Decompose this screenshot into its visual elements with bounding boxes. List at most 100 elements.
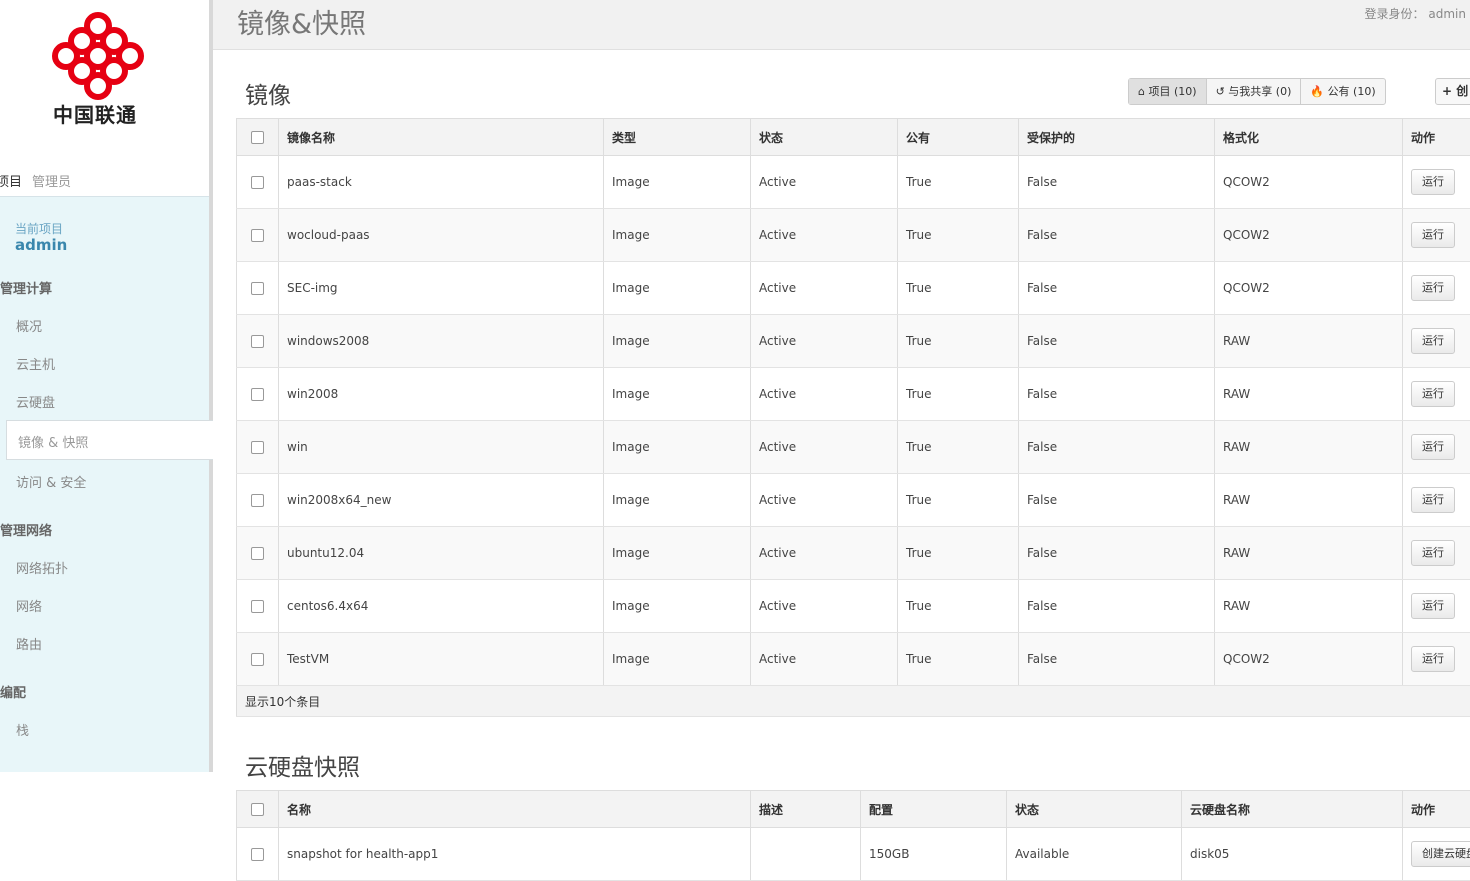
sidebar-item-access-security[interactable]: 访问 & 安全	[16, 472, 86, 491]
row-checkbox[interactable]	[237, 315, 279, 368]
row-actions: 运行	[1403, 527, 1470, 580]
launch-button[interactable]: 运行	[1411, 593, 1455, 619]
launch-button[interactable]: 运行	[1411, 328, 1455, 354]
home-icon: ⌂	[1138, 85, 1145, 98]
column-header[interactable]: 格式化	[1215, 119, 1403, 156]
column-header[interactable]: 状态	[751, 119, 898, 156]
login-user[interactable]: admin	[1428, 7, 1466, 21]
image-protected-cell: False	[1019, 262, 1215, 315]
create-volume-button[interactable]: 创建云硬盘	[1411, 841, 1470, 867]
login-status: 登录身份： admin	[1365, 5, 1466, 22]
image-name-link[interactable]: TestVM	[279, 633, 604, 686]
page-header: 镜像&快照 登录身份： admin	[213, 0, 1470, 50]
row-checkbox[interactable]	[237, 156, 279, 209]
sidebar-item-images-snapshots[interactable]: 镜像 & 快照	[6, 420, 213, 460]
filter-public-button[interactable]: 🔥 公有 (10)	[1301, 79, 1384, 104]
image-name-link[interactable]: wocloud-paas	[279, 209, 604, 262]
image-format-cell: RAW	[1215, 315, 1403, 368]
brand-logo[interactable]: 中国联通	[0, 0, 209, 160]
sidebar-item-network-topology[interactable]: 网络拓扑	[16, 558, 68, 577]
row-checkbox[interactable]	[237, 474, 279, 527]
table-row: win2008ImageActiveTrueFalseRAW运行	[237, 368, 1470, 421]
filter-project-button[interactable]: ⌂ 项目 (10)	[1129, 79, 1207, 104]
sidebar-item-routers[interactable]: 路由	[16, 634, 42, 653]
fire-icon: 🔥	[1310, 85, 1324, 98]
column-header[interactable]: 镜像名称	[279, 119, 604, 156]
launch-button[interactable]: 运行	[1411, 434, 1455, 460]
image-name-link[interactable]: win2008	[279, 368, 604, 421]
row-actions: 运行	[1403, 368, 1470, 421]
image-status-cell: Active	[751, 580, 898, 633]
column-header[interactable]: 公有	[898, 119, 1019, 156]
tab-project[interactable]: 项目	[0, 171, 22, 190]
images-table: 镜像名称 类型 状态 公有 受保护的 格式化 动作 paas-stackImag…	[236, 118, 1470, 717]
image-name-link[interactable]: windows2008	[279, 315, 604, 368]
snapshot-status-cell: Available	[1007, 828, 1182, 881]
launch-button[interactable]: 运行	[1411, 381, 1455, 407]
image-name-link[interactable]: ubuntu12.04	[279, 527, 604, 580]
column-header[interactable]: 状态	[1007, 791, 1182, 828]
image-name-link[interactable]: paas-stack	[279, 156, 604, 209]
image-filter-group: ⌂ 项目 (10) ↺ 与我共享 (0) 🔥 公有 (10)	[1128, 78, 1386, 105]
row-checkbox[interactable]	[237, 580, 279, 633]
current-project-selector[interactable]: admin	[15, 236, 67, 254]
image-name-link[interactable]: win2008x64_new	[279, 474, 604, 527]
row-checkbox[interactable]	[237, 633, 279, 686]
select-all-checkbox[interactable]	[237, 119, 279, 156]
launch-button[interactable]: 运行	[1411, 169, 1455, 195]
row-checkbox[interactable]	[237, 828, 279, 881]
select-all-checkbox[interactable]	[237, 791, 279, 828]
image-public-cell: True	[898, 421, 1019, 474]
launch-button[interactable]: 运行	[1411, 275, 1455, 301]
sidebar-item-instances[interactable]: 云主机	[16, 354, 55, 373]
row-checkbox[interactable]	[237, 527, 279, 580]
image-name-link[interactable]: win	[279, 421, 604, 474]
column-header[interactable]: 配置	[861, 791, 1007, 828]
row-actions: 运行	[1403, 315, 1470, 368]
filter-shared-button[interactable]: ↺ 与我共享 (0)	[1207, 79, 1302, 104]
row-checkbox[interactable]	[237, 262, 279, 315]
snapshot-size-cell: 150GB	[861, 828, 1007, 881]
row-checkbox[interactable]	[237, 368, 279, 421]
column-header[interactable]: 云硬盘名称	[1182, 791, 1403, 828]
sidebar-tabs: 项目 管理员	[0, 160, 209, 197]
sidebar-item-networks[interactable]: 网络	[16, 596, 42, 615]
nav-category-compute[interactable]: 管理计算	[0, 278, 52, 297]
image-status-cell: Active	[751, 368, 898, 421]
image-name-link[interactable]: SEC-img	[279, 262, 604, 315]
sidebar-item-volumes[interactable]: 云硬盘	[16, 392, 55, 411]
image-type-cell: Image	[604, 580, 751, 633]
image-name-link[interactable]: centos6.4x64	[279, 580, 604, 633]
column-header[interactable]: 描述	[751, 791, 861, 828]
row-checkbox[interactable]	[237, 421, 279, 474]
page-title: 镜像&快照	[237, 2, 366, 41]
table-row: wocloud-paasImageActiveTrueFalseQCOW2运行	[237, 209, 1470, 262]
tab-admin[interactable]: 管理员	[32, 171, 71, 190]
launch-button[interactable]: 运行	[1411, 646, 1455, 672]
table-row: winImageActiveTrueFalseRAW运行	[237, 421, 1470, 474]
nav-category-network[interactable]: 管理网络	[0, 520, 52, 539]
image-public-cell: True	[898, 633, 1019, 686]
create-image-button[interactable]: + 创	[1435, 78, 1470, 105]
snapshot-description-cell	[751, 828, 861, 881]
image-protected-cell: False	[1019, 156, 1215, 209]
image-protected-cell: False	[1019, 315, 1215, 368]
table-row: centos6.4x64ImageActiveTrueFalseRAW运行	[237, 580, 1470, 633]
launch-button[interactable]: 运行	[1411, 222, 1455, 248]
nav-category-orchestration[interactable]: 编配	[0, 682, 26, 701]
image-protected-cell: False	[1019, 527, 1215, 580]
image-format-cell: RAW	[1215, 527, 1403, 580]
launch-button[interactable]: 运行	[1411, 540, 1455, 566]
sidebar-item-stacks[interactable]: 栈	[16, 720, 29, 739]
column-header[interactable]: 类型	[604, 119, 751, 156]
launch-button[interactable]: 运行	[1411, 487, 1455, 513]
volume-snapshots-section-title: 云硬盘快照	[245, 748, 360, 782]
snapshot-name-link[interactable]: snapshot for health-app1	[279, 828, 751, 881]
volume-name-link[interactable]: disk05	[1182, 828, 1403, 881]
image-format-cell: QCOW2	[1215, 209, 1403, 262]
brand-name: 中国联通	[53, 99, 137, 128]
column-header[interactable]: 受保护的	[1019, 119, 1215, 156]
row-checkbox[interactable]	[237, 209, 279, 262]
column-header[interactable]: 名称	[279, 791, 751, 828]
sidebar-item-overview[interactable]: 概况	[16, 316, 42, 335]
